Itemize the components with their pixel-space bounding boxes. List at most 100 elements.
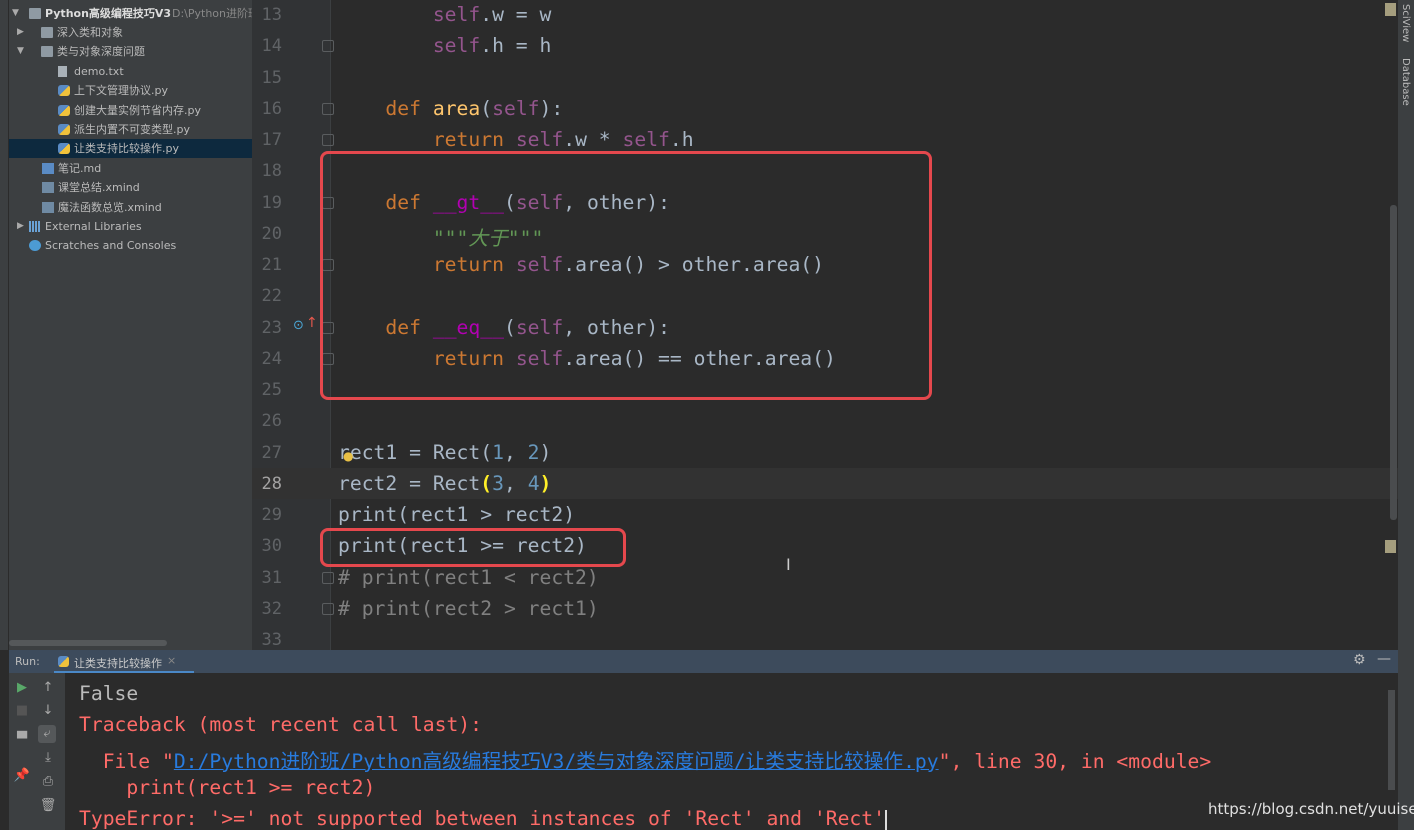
console-line: False xyxy=(79,682,138,705)
gear-icon[interactable]: ⚙ xyxy=(1353,652,1366,668)
tree-item[interactable]: 派生内置不可变类型.py xyxy=(9,120,252,139)
code-token: area xyxy=(432,96,481,120)
console-line: Traceback (most recent call last): xyxy=(79,713,482,736)
tree-item[interactable]: 笔记.md xyxy=(9,159,252,178)
database-tab[interactable]: Database xyxy=(1400,58,1411,106)
line-number: 23 xyxy=(261,317,282,338)
python-icon xyxy=(58,656,69,667)
tree-item[interactable]: ▶ 深入类和对象 xyxy=(9,23,252,42)
minimize-icon[interactable]: — xyxy=(1377,651,1391,667)
run-tab-label: 让类支持比较操作 xyxy=(74,657,162,670)
print-icon[interactable]: ⎙ xyxy=(39,773,57,791)
rerun-icon[interactable]: ▶ xyxy=(13,679,31,697)
fold-marker-icon[interactable] xyxy=(322,134,334,146)
line-number: 29 xyxy=(261,505,282,525)
fold-marker-icon[interactable] xyxy=(322,571,334,584)
run-tab[interactable]: 让类支持比较操作 × xyxy=(54,650,194,673)
code-token: ) xyxy=(539,471,552,495)
tree-item-label: 类与对象深度问题 xyxy=(57,45,145,59)
sciview-tab[interactable]: SciView xyxy=(1400,4,1411,42)
down-arrow-icon[interactable]: ↓ xyxy=(39,702,57,720)
console-scrollbar[interactable] xyxy=(1388,690,1395,790)
code-token: self xyxy=(432,3,481,26)
implements-arrow-icon[interactable]: ↑ xyxy=(306,315,318,331)
run-toolbar: ▶ ■ ▀ 📌 ↑ ↓ ⤶ ⤓ ⎙ 🗑 xyxy=(9,673,65,830)
code-token: 4 xyxy=(527,471,540,495)
tree-item-label: 深入类和对象 xyxy=(57,26,123,39)
override-gutter-icon[interactable]: ⊙ xyxy=(293,318,304,333)
sidebar-scrollbar[interactable] xyxy=(9,640,167,646)
code-token: return xyxy=(432,128,516,151)
editor-scrollbar[interactable] xyxy=(1390,205,1397,520)
console-line: print(rect1 >= rect2) xyxy=(79,776,375,799)
trash-icon[interactable]: 🗑 xyxy=(39,797,57,815)
tree-item[interactable]: demo.txt xyxy=(9,62,252,81)
tree-item[interactable]: 上下文管理协议.py xyxy=(9,81,252,100)
code-token: ( xyxy=(480,471,493,495)
code-token: self xyxy=(492,96,540,120)
tree-item[interactable]: 魔法函数总览.xmind xyxy=(9,198,252,217)
warning-marker[interactable] xyxy=(1385,540,1396,553)
console-text: File " xyxy=(79,749,174,773)
console-text: print(rect1 >= rect2) xyxy=(79,775,376,799)
chevron-right-icon[interactable]: ▶ xyxy=(17,217,24,236)
code-token: , xyxy=(503,440,528,464)
lib-icon xyxy=(29,221,41,232)
code-token: print(rect1 > rect2) xyxy=(338,503,576,526)
chevron-right-icon[interactable]: ▶ xyxy=(17,23,24,42)
scroll-to-end-icon[interactable]: ⤓ xyxy=(39,749,57,767)
soft-wrap-icon[interactable]: ⤶ xyxy=(38,725,56,743)
chevron-down-icon[interactable]: ▼ xyxy=(12,4,19,23)
console-text: TypeError: '>=' not supported between in… xyxy=(79,807,885,830)
tree-item-label: 派生内置不可变类型.py xyxy=(74,123,190,136)
line-number: 30 xyxy=(261,536,282,557)
code-line: print(rect1 > rect2) xyxy=(338,503,575,526)
root-label: Python高级编程技巧V3 xyxy=(45,7,172,20)
tree-item[interactable]: Scratches and Consoles xyxy=(9,236,252,255)
code-token: ) xyxy=(539,440,552,464)
status-marker[interactable] xyxy=(1385,3,1396,16)
right-tool-strip xyxy=(1398,0,1414,830)
lightbulb-icon[interactable]: ● xyxy=(343,449,353,463)
code-token: .h = h xyxy=(480,34,552,58)
tree-item[interactable]: ▼ 类与对象深度问题 xyxy=(9,42,252,61)
tree-item[interactable]: 创建大量实例节省内存.py xyxy=(9,101,252,120)
tree-item-label: Scratches and Consoles xyxy=(45,239,177,253)
folder-icon xyxy=(41,27,53,38)
close-icon[interactable]: × xyxy=(167,654,176,667)
highlight-box-line-30 xyxy=(320,528,626,567)
caret xyxy=(885,809,887,830)
code-token: def xyxy=(385,96,433,120)
root-path: D:\Python进阶班 xyxy=(172,7,252,20)
line-number: 31 xyxy=(261,567,282,588)
pin-icon[interactable]: 📌 xyxy=(13,767,31,785)
tree-item[interactable]: 让类支持比较操作.py xyxy=(9,139,252,159)
code-token: # print(rect1 < rect2) xyxy=(338,565,599,589)
code-token: .h xyxy=(669,128,694,151)
line-number: 17 xyxy=(261,130,282,150)
watermark: https://blog.csdn.net/yuuisei xyxy=(1208,800,1414,818)
code-token: rect1 = Rect( xyxy=(338,440,493,464)
chevron-down-icon[interactable]: ▼ xyxy=(17,42,24,61)
layout-icon[interactable]: ▀ xyxy=(13,731,31,749)
line-number: 21 xyxy=(261,255,282,275)
fold-marker-icon[interactable] xyxy=(322,102,334,115)
tree-item[interactable]: ▶ External Libraries xyxy=(9,217,252,236)
left-tool-strip xyxy=(0,0,9,650)
stop-icon[interactable]: ■ xyxy=(13,702,31,720)
code-line: # print(rect2 > rect1) xyxy=(338,597,599,620)
file-link[interactable]: D:/Python进阶班/Python高级编程技巧V3/类与对象深度问题/让类支… xyxy=(174,750,939,773)
tree-root[interactable]: ▼ Python高级编程技巧V3 D:\Python进阶班 xyxy=(9,4,252,23)
code-token: 1 xyxy=(492,440,504,464)
fold-marker-icon[interactable] xyxy=(322,40,334,53)
up-arrow-icon[interactable]: ↑ xyxy=(39,679,57,697)
code-line: def area(self): xyxy=(338,97,563,120)
fold-marker-icon[interactable] xyxy=(322,602,334,615)
tree-item-label: demo.txt xyxy=(74,64,124,78)
code-line: self.w = w xyxy=(338,3,552,26)
py-icon xyxy=(58,104,70,116)
txt-icon xyxy=(58,65,67,77)
tree-item[interactable]: 课堂总结.xmind xyxy=(9,178,252,197)
code-token: self xyxy=(515,128,564,151)
